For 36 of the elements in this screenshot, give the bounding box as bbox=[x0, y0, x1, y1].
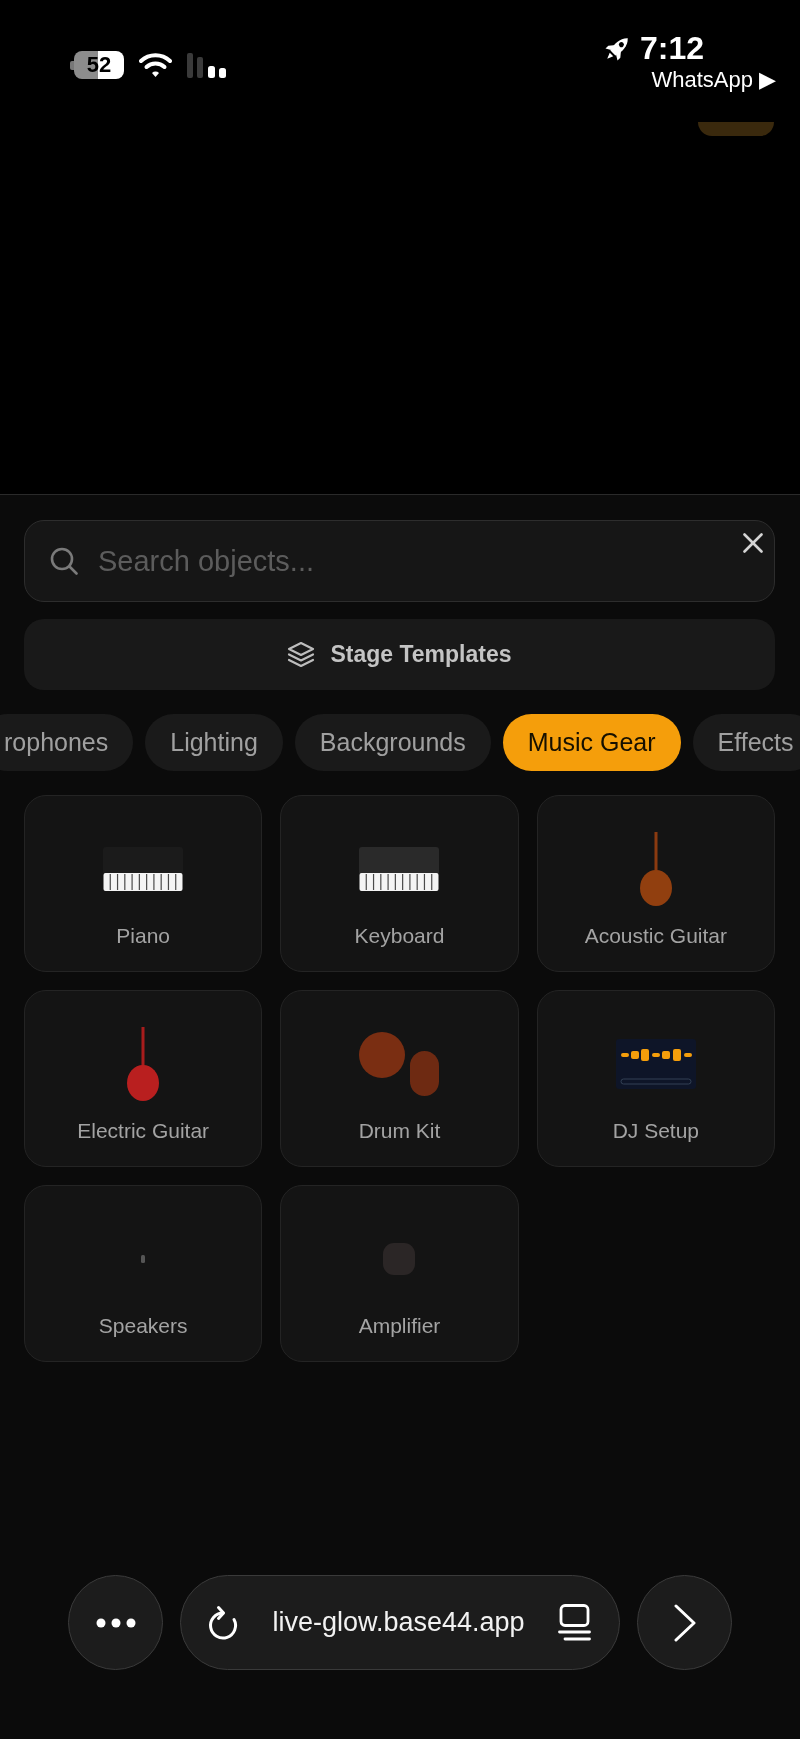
mixer-icon bbox=[615, 1039, 696, 1089]
category-tab[interactable]: Lighting bbox=[145, 714, 283, 771]
close-button[interactable] bbox=[743, 533, 763, 553]
category-tab[interactable]: Effects bbox=[692, 714, 800, 771]
category-tab[interactable]: rophones bbox=[0, 714, 134, 771]
piano-keys-icon bbox=[103, 847, 184, 891]
object-card[interactable]: Amplifier bbox=[280, 1185, 519, 1362]
guitar-icon bbox=[639, 832, 672, 906]
object-card[interactable]: DJ Setup bbox=[536, 990, 775, 1167]
search-field[interactable]: Search objects... bbox=[24, 520, 775, 602]
refresh-icon[interactable] bbox=[208, 1604, 239, 1641]
guitar-icon bbox=[127, 1027, 160, 1101]
drum-icon bbox=[359, 1032, 440, 1096]
address-bar[interactable]: live-glow.base44.app bbox=[180, 1575, 620, 1670]
battery-indicator: 52 bbox=[70, 51, 124, 79]
close-icon bbox=[743, 533, 763, 553]
stage-templates-button[interactable]: Stage Templates bbox=[24, 619, 775, 690]
object-card[interactable]: Electric Guitar bbox=[24, 990, 263, 1167]
category-tab[interactable]: Music Gear bbox=[502, 714, 681, 771]
chevron-right-icon bbox=[673, 1603, 696, 1642]
url-text[interactable]: live-glow.base44.app bbox=[239, 1607, 558, 1638]
clock-time: 7:12 bbox=[639, 31, 704, 65]
object-card[interactable]: Keyboard bbox=[280, 795, 519, 972]
search-icon bbox=[50, 547, 78, 575]
object-card[interactable]: Piano bbox=[24, 795, 263, 972]
object-card[interactable]: Acoustic Guitar bbox=[536, 795, 775, 972]
category-tab[interactable]: Backgrounds bbox=[294, 714, 491, 771]
piano-keys-icon bbox=[359, 847, 440, 891]
more-dots-icon bbox=[95, 1617, 136, 1628]
signal-icon bbox=[187, 52, 226, 78]
window-stack-icon[interactable] bbox=[558, 1603, 591, 1642]
back-to-app-link[interactable]: WhatsApp ▶ bbox=[651, 67, 776, 93]
object-card[interactable]: Drum Kit bbox=[280, 990, 519, 1167]
wifi-icon bbox=[139, 52, 172, 78]
layers-icon bbox=[287, 641, 316, 668]
object-card[interactable]: Speakers bbox=[24, 1185, 263, 1362]
